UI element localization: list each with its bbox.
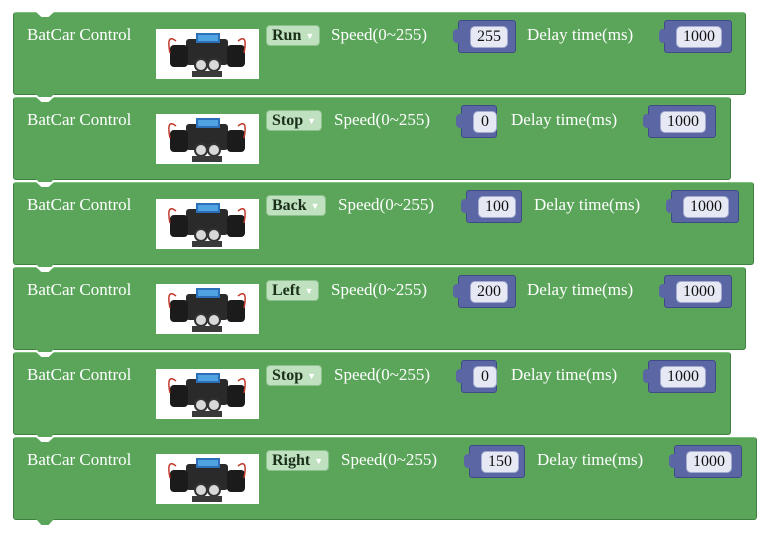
robot-car-image: [156, 284, 259, 334]
puzzle-connector: [456, 369, 463, 383]
delay-number-block[interactable]: 1000: [643, 105, 716, 138]
speed-number-block[interactable]: 200: [453, 275, 516, 308]
action-value: Left: [272, 281, 301, 299]
action-value: Back: [272, 196, 307, 214]
puzzle-connector: [453, 284, 460, 298]
block-title: BatCar Control: [27, 280, 132, 299]
block-title: BatCar Control: [27, 110, 132, 129]
puzzle-connector: [643, 369, 650, 383]
robot-car-icon: [168, 203, 246, 247]
delay-number-block[interactable]: 1000: [666, 190, 739, 223]
speed-label: Speed(0~255): [331, 280, 428, 299]
batcar-control-block[interactable]: BatCar Control Right ▼ Speed(0~255) 150 …: [13, 437, 757, 525]
speed-label: Speed(0~255): [334, 110, 431, 129]
block-title: BatCar Control: [27, 195, 132, 214]
delay-input[interactable]: 1000: [660, 365, 706, 388]
puzzle-connector: [666, 199, 673, 213]
action-value: Run: [272, 26, 302, 44]
robot-car-icon: [168, 118, 246, 162]
puzzle-connector: [643, 114, 650, 128]
delay-number-block[interactable]: 1000: [669, 445, 742, 478]
speed-input[interactable]: 255: [470, 25, 508, 48]
block-connector: [36, 519, 54, 525]
dropdown-arrow-icon: ▼: [305, 30, 315, 41]
dropdown-arrow-icon: ▼: [307, 115, 317, 126]
batcar-control-block[interactable]: BatCar Control Back ▼ Speed(0~255) 100 D…: [13, 182, 754, 270]
block-title: BatCar Control: [27, 450, 132, 469]
speed-input[interactable]: 150: [481, 450, 519, 473]
dropdown-arrow-icon: ▼: [304, 285, 314, 296]
puzzle-connector: [659, 284, 666, 298]
delay-label: Delay time(ms): [527, 25, 634, 44]
action-value: Stop: [272, 366, 304, 384]
delay-input[interactable]: 1000: [676, 280, 722, 303]
block-notch: [36, 12, 54, 17]
action-value: Right: [272, 451, 311, 469]
action-dropdown[interactable]: Run ▼: [266, 25, 321, 46]
speed-input[interactable]: 200: [470, 280, 508, 303]
block-title: BatCar Control: [27, 365, 132, 384]
robot-car-icon: [168, 458, 246, 502]
delay-label: Delay time(ms): [527, 280, 634, 299]
delay-number-block[interactable]: 1000: [659, 275, 732, 308]
robot-car-image: [156, 114, 259, 164]
action-dropdown[interactable]: Stop ▼: [266, 110, 323, 131]
dropdown-arrow-icon: ▼: [307, 370, 317, 381]
delay-number-block[interactable]: 1000: [643, 360, 716, 393]
robot-car-icon: [168, 288, 246, 332]
delay-label: Delay time(ms): [537, 450, 644, 469]
delay-label: Delay time(ms): [534, 195, 641, 214]
robot-car-image: [156, 369, 259, 419]
robot-car-icon: [168, 373, 246, 417]
delay-input[interactable]: 1000: [683, 195, 729, 218]
speed-input[interactable]: 0: [473, 110, 497, 133]
speed-input[interactable]: 100: [478, 195, 516, 218]
robot-car-icon: [168, 33, 246, 77]
batcar-control-block[interactable]: BatCar Control Stop ▼ Speed(0~255) 0 Del…: [13, 97, 731, 185]
action-value: Stop: [272, 111, 304, 129]
batcar-control-block[interactable]: BatCar Control Left ▼ Speed(0~255) 200 D…: [13, 267, 746, 355]
speed-label: Speed(0~255): [331, 25, 428, 44]
puzzle-connector: [456, 114, 463, 128]
action-dropdown[interactable]: Stop ▼: [266, 365, 323, 386]
speed-label: Speed(0~255): [334, 365, 431, 384]
delay-number-block[interactable]: 1000: [659, 20, 732, 53]
speed-number-block[interactable]: 150: [464, 445, 525, 478]
delay-label: Delay time(ms): [511, 365, 618, 384]
speed-number-block[interactable]: 100: [461, 190, 522, 223]
dropdown-arrow-icon: ▼: [314, 455, 324, 466]
batcar-control-block[interactable]: BatCar Control Run ▼ Speed(0~255) 255 De…: [13, 12, 746, 100]
delay-input[interactable]: 1000: [660, 110, 706, 133]
puzzle-connector: [461, 199, 468, 213]
speed-label: Speed(0~255): [341, 450, 438, 469]
puzzle-connector: [659, 29, 666, 43]
block-notch: [36, 97, 54, 102]
speed-number-block[interactable]: 255: [453, 20, 516, 53]
block-notch: [36, 352, 54, 357]
speed-input[interactable]: 0: [473, 365, 497, 388]
action-dropdown[interactable]: Right ▼: [266, 450, 330, 471]
block-notch: [36, 437, 54, 442]
speed-number-block[interactable]: 0: [456, 360, 497, 393]
block-notch: [36, 267, 54, 272]
delay-label: Delay time(ms): [511, 110, 618, 129]
puzzle-connector: [669, 454, 676, 468]
block-title: BatCar Control: [27, 25, 132, 44]
action-dropdown[interactable]: Back ▼: [266, 195, 326, 216]
puzzle-connector: [464, 454, 471, 468]
robot-car-image: [156, 29, 259, 79]
action-dropdown[interactable]: Left ▼: [266, 280, 320, 301]
block-notch: [36, 182, 54, 187]
puzzle-connector: [453, 29, 460, 43]
dropdown-arrow-icon: ▼: [310, 200, 320, 211]
batcar-control-block[interactable]: BatCar Control Stop ▼ Speed(0~255) 0 Del…: [13, 352, 731, 440]
delay-input[interactable]: 1000: [686, 450, 732, 473]
speed-number-block[interactable]: 0: [456, 105, 497, 138]
speed-label: Speed(0~255): [338, 195, 435, 214]
robot-car-image: [156, 454, 259, 504]
robot-car-image: [156, 199, 259, 249]
delay-input[interactable]: 1000: [676, 25, 722, 48]
